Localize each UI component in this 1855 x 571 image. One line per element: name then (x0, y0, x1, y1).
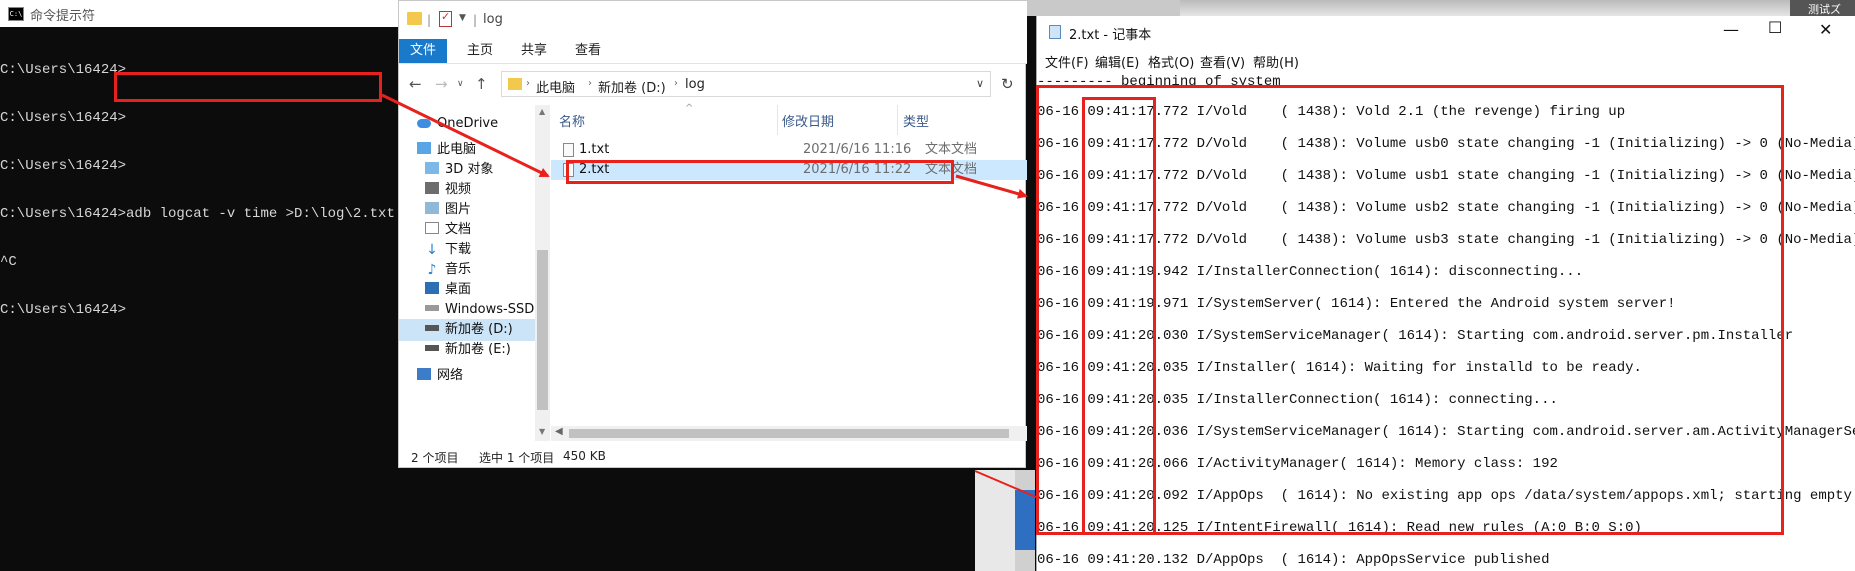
annotation-arrows (381, 93, 1037, 498)
annotation-arrow (381, 93, 550, 178)
annotation-arrow (955, 174, 1028, 199)
annotation-arrow (974, 470, 1037, 498)
